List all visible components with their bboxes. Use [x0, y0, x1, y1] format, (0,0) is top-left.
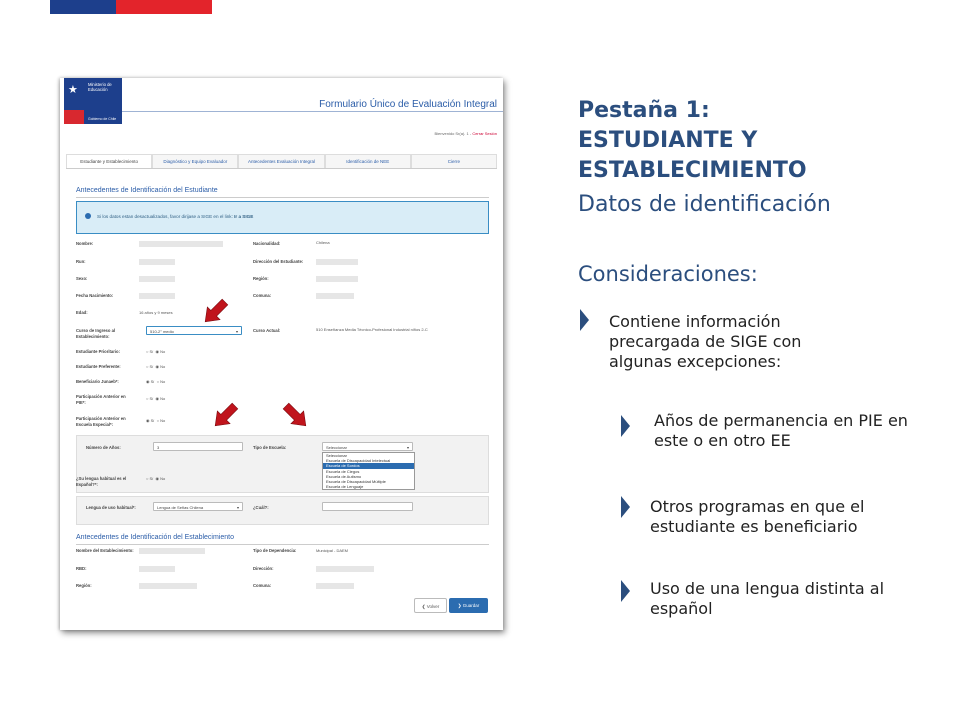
- bullet-pie-years: Años de permanencia en PIE en este o en …: [654, 411, 908, 450]
- red-arrow-icon: [214, 402, 239, 427]
- red-arrow-icon: [282, 402, 307, 427]
- bullet-arrow-icon: [621, 580, 630, 602]
- bullet-main: Contiene información precargada de SIGE …: [609, 312, 802, 371]
- considerations-heading: Consideraciones:: [578, 262, 758, 286]
- annotation-arrows: [204, 298, 307, 427]
- slide-subtitle: Datos de identificación: [578, 192, 831, 217]
- bullet-arrow-icon: [580, 309, 589, 331]
- bullet-language: Uso de una lengua distinta al español: [650, 579, 885, 618]
- slide-title: Pestaña 1: ESTUDIANTE Y ESTABLECIMIENTO: [578, 98, 807, 183]
- red-arrow-icon: [204, 298, 229, 323]
- bullet-programs: Otros programas en que el estudiante es …: [650, 497, 865, 536]
- form-screenshot: ★ Ministerio de Educación Gobierno de Chi…: [60, 78, 503, 630]
- bullet-arrow-icon: [621, 415, 630, 437]
- gov-flag-bar: [50, 0, 212, 14]
- bullet-arrow-icon: [621, 496, 630, 518]
